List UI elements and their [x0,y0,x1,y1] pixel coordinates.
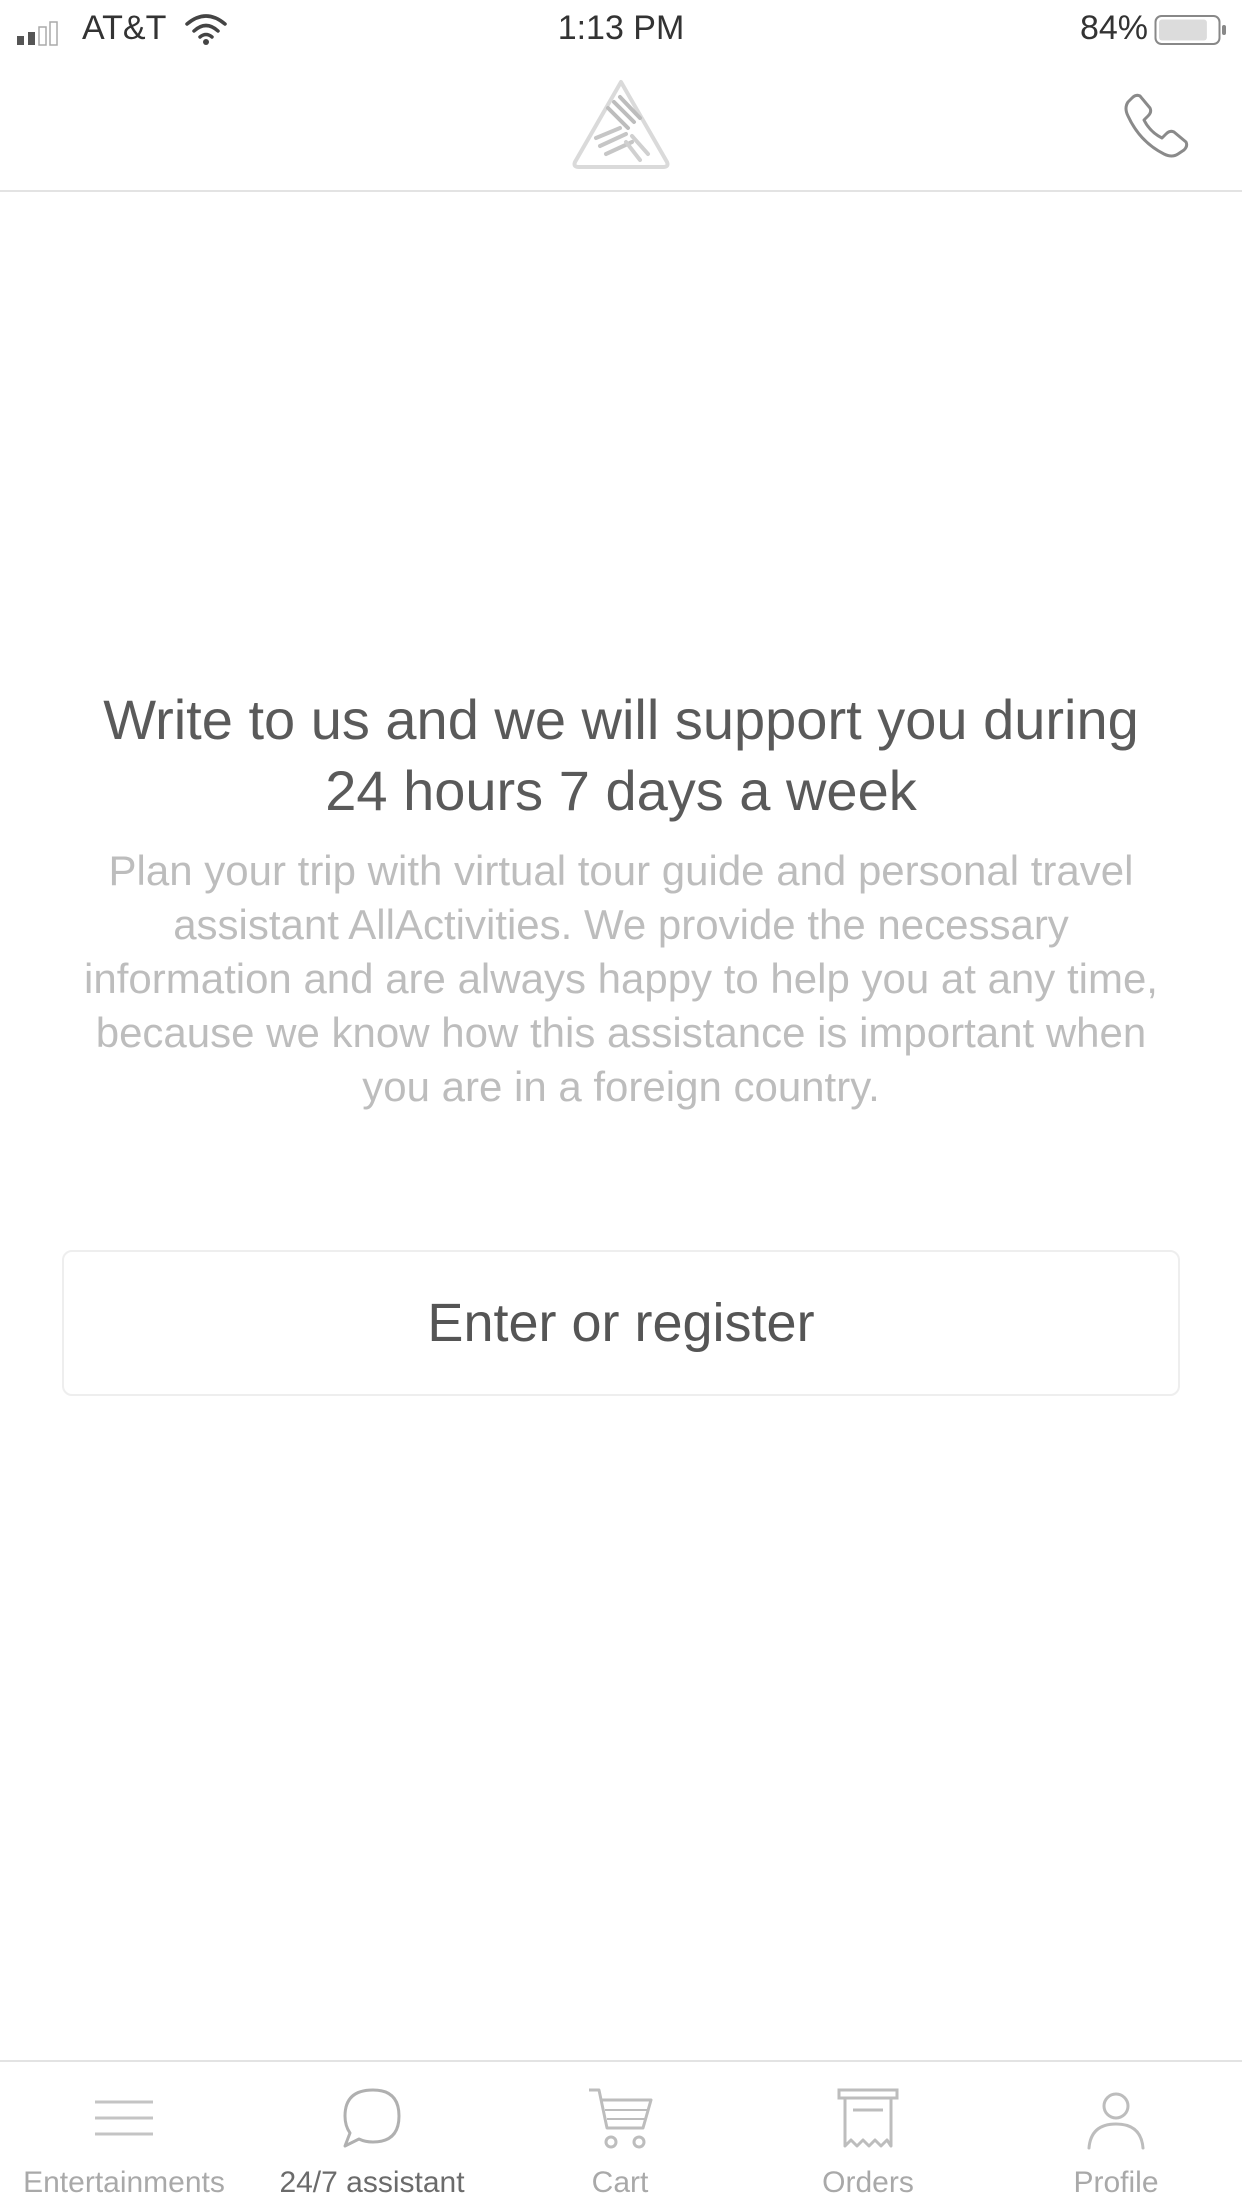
status-time: 1:13 PM [557,9,685,47]
tab-entertainments[interactable]: Entertainments [0,2062,248,2208]
tab-profile[interactable]: Profile [992,2062,1240,2208]
allactivities-logo-icon [572,80,670,169]
tab-bar: Entertainments 24/7 assistant Cart Order… [0,2060,1242,2208]
status-bar: AT&T 1:13 PM 84% [0,0,1242,58]
assistant-screen: AT&T 1:13 PM 84% Write to us and we will… [0,0,1242,2208]
tab-cart[interactable]: Cart [496,2062,744,2208]
chat-bubble-icon [343,2088,401,2148]
tab-label: 24/7 assistant [279,2166,465,2199]
tab-label: Profile [1073,2166,1159,2199]
main-content: Write to us and we will support you duri… [0,192,1242,2060]
tab-label: Entertainments [23,2166,225,2199]
tab-label: Orders [822,2166,914,2199]
battery-percentage: 84% [1079,9,1148,47]
menu-icon [95,2100,153,2136]
enter-or-register-button[interactable]: Enter or register [62,1250,1180,1396]
phone-icon[interactable] [1122,88,1192,158]
page-headline: Write to us and we will support you duri… [103,688,1139,822]
receipt-icon [837,2088,899,2148]
tab-orders[interactable]: Orders [744,2062,992,2208]
person-icon [1087,2092,1145,2150]
nav-bar [0,58,1242,192]
page-description: Plan your trip with virtual tour guide a… [84,847,1158,1110]
battery-icon [1154,15,1226,45]
cart-icon [589,2088,653,2149]
tab-assistant[interactable]: 24/7 assistant [248,2062,496,2208]
tab-label: Cart [591,2166,649,2199]
